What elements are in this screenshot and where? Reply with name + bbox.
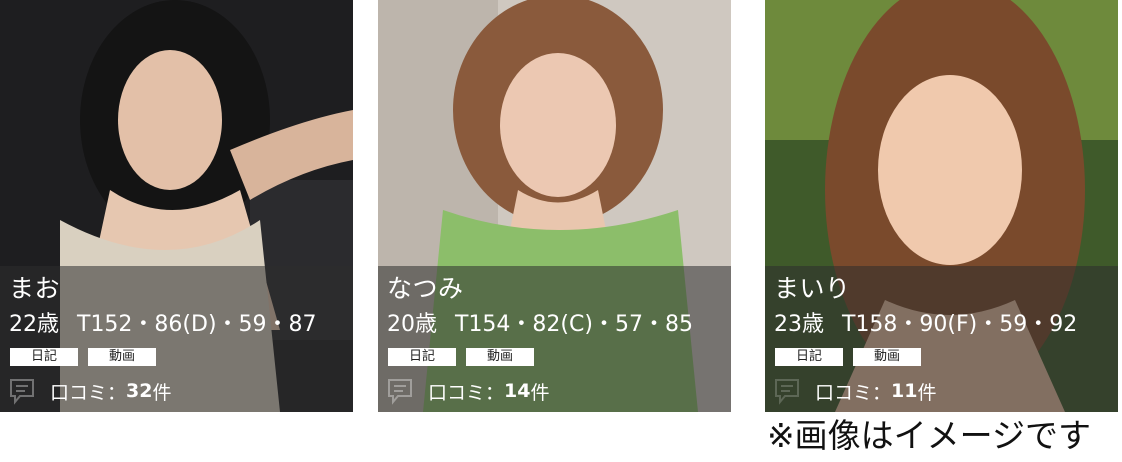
tag-list: 日記 動画 [388,348,534,366]
cast-stats: 22歳 T152・86(D)・59・87 [9,311,317,339]
review-label: 口コミ： [815,381,892,404]
review-label: 口コミ： [428,381,505,404]
cast-age: 20歳 [387,312,437,337]
review-count: 11 [891,380,918,402]
cast-measurements: T158・90(F)・59・92 [842,312,1078,337]
tag-list: 日記 動画 [775,348,921,366]
cast-age: 23歳 [774,312,824,337]
diary-tag[interactable]: 日記 [10,348,78,366]
review-link[interactable]: 口コミ： 14 件 [386,376,549,406]
diary-tag[interactable]: 日記 [388,348,456,366]
cast-measurements: T152・86(D)・59・87 [77,312,317,337]
cast-stats: 23歳 T158・90(F)・59・92 [774,311,1077,339]
profile-card-mairi[interactable]: まいり 23歳 T158・90(F)・59・92 日記 動画 口コミ： 11 件 [765,0,1118,412]
comment-icon [388,379,412,405]
cast-stats: 20歳 T154・82(C)・57・85 [387,311,693,339]
profile-card-natsumi[interactable]: なつみ 20歳 T154・82(C)・57・85 日記 動画 口コミ： 14 件 [378,0,731,412]
review-unit: 件 [152,381,172,404]
review-count: 14 [504,380,531,402]
cast-age: 22歳 [9,312,59,337]
video-tag[interactable]: 動画 [853,348,921,366]
review-unit: 件 [917,381,937,404]
comment-icon [10,379,34,405]
tag-list: 日記 動画 [10,348,156,366]
cast-name: まお [9,274,61,303]
cast-name: なつみ [387,274,464,303]
diary-tag[interactable]: 日記 [775,348,843,366]
review-label: 口コミ： [50,381,127,404]
review-link[interactable]: 口コミ： 11 件 [773,376,936,406]
review-link[interactable]: 口コミ： 32 件 [8,376,171,406]
video-tag[interactable]: 動画 [466,348,534,366]
cast-measurements: T154・82(C)・57・85 [455,312,693,337]
profile-card-mao[interactable]: まお 22歳 T152・86(D)・59・87 日記 動画 口コミ： 32 件 [0,0,353,412]
cast-name: まいり [774,274,851,303]
image-disclaimer: ※画像はイメージです [767,416,1091,455]
review-count: 32 [126,380,153,402]
video-tag[interactable]: 動画 [88,348,156,366]
comment-icon [775,379,799,405]
review-unit: 件 [530,381,550,404]
